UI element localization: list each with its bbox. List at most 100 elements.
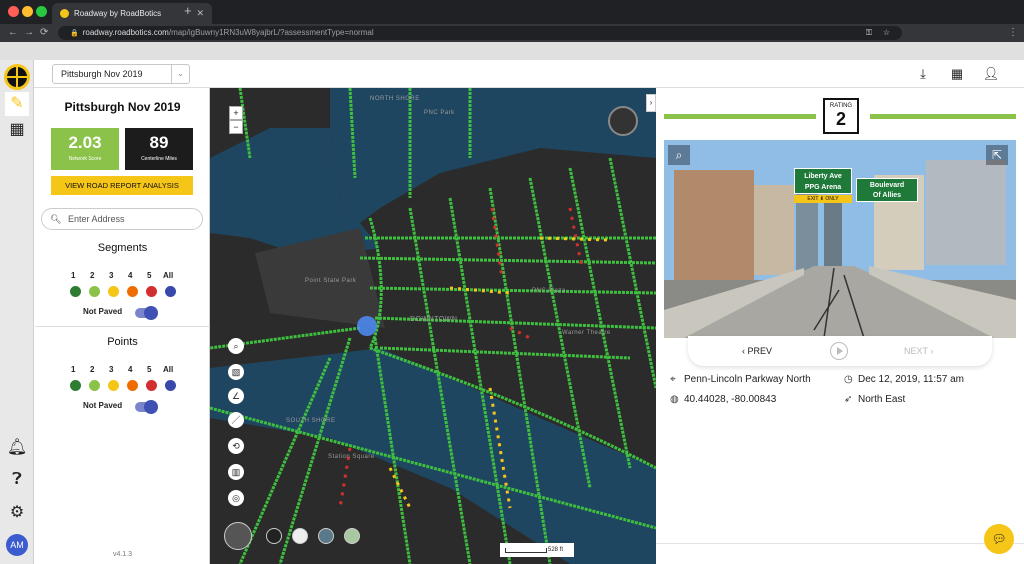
rotate-icon[interactable]: ⟲: [228, 438, 244, 454]
left-icon-rail: ✎ ▦ 🔔︎ ❓︎ ⚙ AM: [0, 60, 34, 564]
timestamp: Dec 12, 2019, 11:57 am: [858, 374, 964, 385]
close-tab-icon[interactable]: ✕: [196, 3, 204, 24]
settings-gear-icon[interactable]: ⚙: [5, 501, 29, 525]
download-icon[interactable]: ⤓: [914, 65, 932, 83]
map-label-point-state-park: Point State Park: [305, 278, 357, 284]
network-score-value: 2.03: [68, 133, 102, 152]
segments-filter-2-radio[interactable]: [89, 286, 100, 297]
location-pin-icon: ⌖: [670, 374, 676, 385]
browser-tab-bar: Roadway by RoadBotics ✕ +: [0, 0, 1024, 24]
road-map[interactable]: NORTH SHORE PNC Park Point State Park DO…: [210, 88, 656, 564]
segments-not-paved-toggle[interactable]: [135, 306, 158, 320]
segments-filter-4-radio[interactable]: [127, 286, 138, 297]
minimize-window-button[interactable]: [22, 6, 33, 17]
grid-icon[interactable]: ▦: [948, 65, 966, 83]
network-score-card: 2.03 Network Score: [51, 128, 119, 170]
points-title: Points: [107, 336, 138, 348]
address-search-input[interactable]: 🔍︎ Enter Address: [41, 208, 203, 230]
measure-angle-icon[interactable]: ∠: [228, 388, 244, 404]
segments-title: Segments: [97, 242, 148, 254]
points-filter-1-radio[interactable]: [70, 380, 81, 391]
collapse-right-panel-button[interactable]: ›: [646, 94, 656, 112]
map-label-pnc-park: PNC Park: [424, 110, 455, 116]
basemap-dark-icon[interactable]: [266, 528, 282, 544]
basemap-selector-icon[interactable]: [224, 522, 252, 550]
compass-icon[interactable]: [608, 106, 638, 136]
view-report-button[interactable]: VIEW ROAD REPORT ANALYSIS: [51, 176, 193, 195]
direction-info: ➶ North East: [844, 394, 905, 405]
map-canvas: [210, 88, 656, 564]
bookmark-star-icon[interactable]: ☆: [883, 26, 890, 40]
forward-icon[interactable]: →: [24, 24, 34, 42]
play-icon[interactable]: [830, 342, 848, 360]
close-window-button[interactable]: [8, 6, 19, 17]
image-layer-icon[interactable]: ▧: [228, 364, 244, 380]
segments-filter-5-radio[interactable]: [146, 286, 157, 297]
prev-button[interactable]: ‹ PREV: [742, 346, 772, 356]
chat-support-icon[interactable]: 💬︎: [984, 524, 1014, 554]
image-grid-icon[interactable]: ▦: [5, 118, 29, 142]
sign-exit-only: EXIT ⬇ ONLY: [794, 195, 852, 203]
browser-bookmark-strip: [0, 42, 1024, 60]
assessment-select-value: Pittsburgh Nov 2019: [61, 69, 143, 79]
basemap-light-icon[interactable]: [292, 528, 308, 544]
rating-color-bar-right: [870, 114, 1016, 119]
user-avatar[interactable]: AM: [6, 534, 28, 556]
segments-filter-all-radio[interactable]: [165, 286, 176, 297]
next-button[interactable]: NEXT ›: [904, 346, 933, 356]
segments-rating-label: 2: [90, 271, 95, 280]
map-scale: 528 ft: [500, 543, 574, 557]
maximize-window-button[interactable]: [36, 6, 47, 17]
map-pin-icon[interactable]: ✎: [5, 92, 29, 116]
allegheny-river: [330, 88, 656, 223]
rating-badge: RATING 2: [823, 98, 859, 134]
browser-address-bar: ← → ⟳ 🔒 roadway.roadbotics.com/map/igBuwn…: [0, 24, 1024, 42]
url-host: roadway.roadbotics.com: [82, 28, 169, 37]
open-external-icon[interactable]: ⇱: [986, 145, 1008, 165]
points-not-paved-toggle[interactable]: [135, 400, 158, 414]
zoom-in-button[interactable]: +: [229, 106, 243, 120]
segments-filter-3-radio[interactable]: [108, 286, 119, 297]
url-input[interactable]: 🔒 roadway.roadbotics.com/map/igBuwny1RN3u…: [58, 26, 902, 40]
map-label-north-shore: NORTH SHORE: [370, 96, 420, 102]
trash-icon[interactable]: ▥: [228, 464, 244, 480]
camera-icon[interactable]: ⌕: [228, 338, 244, 354]
new-tab-button[interactable]: +: [184, 3, 192, 18]
photo-pager: ‹ PREV NEXT ›: [688, 336, 992, 366]
roadbotics-favicon-icon: [60, 9, 69, 18]
segments-filter-1-radio[interactable]: [70, 286, 81, 297]
account-settings-icon[interactable]: 👤︎: [982, 65, 1000, 83]
direction: North East: [858, 394, 906, 405]
bell-icon[interactable]: 🔔︎: [5, 436, 29, 460]
network-score-label: Network Score: [68, 156, 102, 162]
ruler-icon[interactable]: ／: [228, 412, 244, 428]
points-filter-all-radio[interactable]: [165, 380, 176, 391]
points-filter-5-radio[interactable]: [146, 380, 157, 391]
zoom-out-button[interactable]: −: [229, 120, 243, 134]
map-label-station-square: Station Square: [328, 454, 375, 460]
assessment-select[interactable]: Pittsburgh Nov 2019 ⌄: [52, 64, 190, 84]
road-photo[interactable]: Liberty Ave PPG Arena EXIT ⬇ ONLY Boulev…: [664, 140, 1016, 338]
app-window: Roadway by RoadBotics ✕ + ← → ⟳ 🔒 roadway…: [0, 0, 1024, 564]
points-rating-label: 3: [109, 365, 114, 374]
zoom-photo-icon[interactable]: ⌕: [668, 145, 690, 165]
segments-rating-label: 1: [71, 271, 76, 280]
basemap-terrain-icon[interactable]: [344, 528, 360, 544]
address-search-placeholder: Enter Address: [68, 214, 125, 224]
tab-title: Roadway by RoadBotics: [74, 9, 162, 18]
points-filter-4-radio[interactable]: [127, 380, 138, 391]
key-icon[interactable]: ⚿: [866, 26, 872, 40]
reload-icon[interactable]: ⟳: [40, 24, 48, 42]
points-filter-3-radio[interactable]: [108, 380, 119, 391]
browser-menu-icon[interactable]: ⋮: [1008, 24, 1018, 42]
segments-rating-label: 5: [147, 271, 152, 280]
rating-color-bar-left: [664, 114, 816, 119]
help-icon[interactable]: ❓︎: [5, 468, 29, 492]
locate-icon[interactable]: ◎: [228, 490, 244, 506]
basemap-satellite-icon[interactable]: [318, 528, 334, 544]
segments-not-paved-label: Not Paved: [83, 307, 123, 316]
points-filter-2-radio[interactable]: [89, 380, 100, 391]
back-icon[interactable]: ←: [8, 24, 18, 42]
roadbotics-logo-icon[interactable]: [4, 64, 30, 90]
lock-icon: 🔒: [70, 30, 79, 37]
